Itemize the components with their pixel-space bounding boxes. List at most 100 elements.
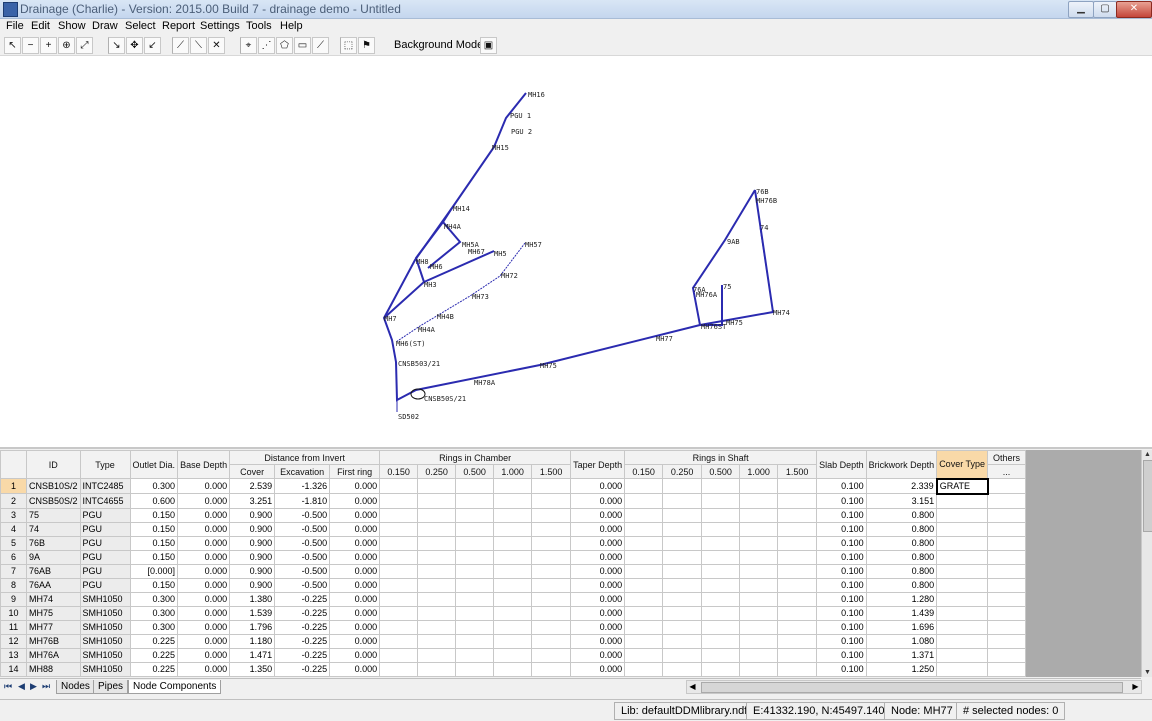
cell-empty[interactable] <box>417 647 457 663</box>
cell-empty[interactable] <box>624 577 664 593</box>
close-button[interactable]: ✕ <box>1116 1 1152 18</box>
cell-empty[interactable] <box>777 535 818 551</box>
cell-empty[interactable] <box>493 521 533 537</box>
table-row[interactable]: 12 MH76B SMH1050 0.225 0.000 1.180 -0.225 0.000… <box>0 633 1027 649</box>
cell-cover[interactable]: 0.900 <box>229 521 276 537</box>
cell-ctype[interactable] <box>936 661 989 677</box>
cell-taper[interactable]: 0.000 <box>570 633 626 649</box>
cell-empty[interactable] <box>417 563 457 579</box>
cell-type[interactable]: SMH1050 <box>79 633 131 649</box>
cell-empty[interactable] <box>417 577 457 593</box>
cell-n[interactable]: 1 <box>0 478 27 494</box>
col-header-shaft-ring[interactable]: 0.500 <box>701 464 741 479</box>
cell-n[interactable]: 5 <box>0 535 27 551</box>
cell-first[interactable]: 0.000 <box>329 647 381 663</box>
cell-type[interactable]: PGU <box>79 549 131 565</box>
cell-empty[interactable] <box>624 647 664 663</box>
cell-type[interactable]: PGU <box>79 577 131 593</box>
table-row[interactable]: 2 CNSB50S/2 INTC4655 0.600 0.000 3.251 -1.810 0… <box>0 493 1027 509</box>
cell-brick[interactable]: 0.800 <box>865 577 938 593</box>
cell-empty[interactable] <box>624 535 664 551</box>
cell-empty[interactable] <box>662 507 703 523</box>
cell-brick[interactable]: 0.800 <box>865 521 938 537</box>
menu-select[interactable]: Select <box>125 20 156 32</box>
cell-empty[interactable] <box>662 535 703 551</box>
cell-empty[interactable] <box>987 478 1027 494</box>
tab-node-components[interactable]: Node Components <box>128 680 222 694</box>
pick-icon[interactable]: ↙ <box>144 37 161 54</box>
cell-taper[interactable]: 0.000 <box>570 647 626 663</box>
menu-edit[interactable]: Edit <box>31 20 50 32</box>
cell-ctype[interactable] <box>936 563 989 579</box>
cell-empty[interactable] <box>531 605 572 621</box>
corner-header[interactable] <box>0 450 27 479</box>
cell-empty[interactable] <box>987 521 1027 537</box>
cell-taper[interactable]: 0.000 <box>570 563 626 579</box>
col-header-excavation[interactable]: Excavation <box>274 464 331 479</box>
scroll-thumb[interactable] <box>1143 460 1152 532</box>
cell-empty[interactable] <box>777 493 818 509</box>
cell-empty[interactable] <box>701 535 741 551</box>
cell-empty[interactable] <box>379 507 419 523</box>
cell-empty[interactable] <box>531 619 572 635</box>
col-header-first-ring[interactable]: First ring <box>329 464 381 479</box>
cell-ctype[interactable] <box>936 507 989 523</box>
cell-id[interactable]: MH77 <box>26 619 81 635</box>
cell-taper[interactable]: 0.000 <box>570 605 626 621</box>
cell-slab[interactable]: 0.100 <box>816 619 867 635</box>
cell-n[interactable]: 13 <box>0 647 27 663</box>
cell-empty[interactable] <box>701 605 741 621</box>
cell-brick[interactable]: 1.080 <box>865 633 938 649</box>
cell-slab[interactable]: 0.100 <box>816 605 867 621</box>
table-row[interactable]: 7 76AB PGU [0.000] 0.000 0.900 -0.500 0.000 0.00… <box>0 563 1027 579</box>
cell-empty[interactable] <box>662 647 703 663</box>
cell-empty[interactable] <box>417 535 457 551</box>
cell-empty[interactable] <box>987 605 1027 621</box>
cell-taper[interactable]: 0.000 <box>570 549 626 565</box>
cell-taper[interactable]: 0.000 <box>570 619 626 635</box>
cell-brick[interactable]: 1.250 <box>865 661 938 677</box>
grid-vertical-scrollbar[interactable]: ▲ ▼ <box>1141 450 1152 677</box>
cell-base[interactable]: 0.000 <box>177 507 231 523</box>
cell-slab[interactable]: 0.100 <box>816 521 867 537</box>
cell-empty[interactable] <box>777 507 818 523</box>
cell-empty[interactable] <box>701 647 741 663</box>
cell-taper[interactable]: 0.000 <box>570 478 626 494</box>
table-row[interactable]: 11 MH77 SMH1050 0.300 0.000 1.796 -0.225 0.000 0… <box>0 619 1027 635</box>
tab-nodes[interactable]: Nodes <box>56 680 95 694</box>
cell-empty[interactable] <box>739 478 779 494</box>
cell-empty[interactable] <box>739 605 779 621</box>
scroll-right-icon[interactable]: ▶ <box>1130 681 1141 693</box>
cell-base[interactable]: 0.000 <box>177 633 231 649</box>
cell-id[interactable]: CNSB10S/2 <box>26 478 81 494</box>
cell-empty[interactable] <box>531 507 572 523</box>
cell-taper[interactable]: 0.000 <box>570 507 626 523</box>
cell-empty[interactable] <box>455 521 495 537</box>
cell-taper[interactable]: 0.000 <box>570 591 626 607</box>
first-tab-icon[interactable]: ⏮ <box>4 681 12 692</box>
cell-empty[interactable] <box>531 577 572 593</box>
cell-outlet[interactable]: 0.225 <box>129 647 179 663</box>
cell-exc[interactable]: -0.225 <box>274 661 331 677</box>
cell-empty[interactable] <box>455 591 495 607</box>
cell-empty[interactable] <box>624 633 664 649</box>
cell-empty[interactable] <box>624 549 664 565</box>
cell-id[interactable]: 74 <box>26 521 81 537</box>
col-header-brickwork[interactable]: Brickwork Depth <box>865 450 938 479</box>
cell-empty[interactable] <box>739 493 779 509</box>
cell-empty[interactable] <box>739 535 779 551</box>
cell-brick[interactable]: 0.800 <box>865 535 938 551</box>
cell-empty[interactable] <box>701 478 741 494</box>
cell-outlet[interactable]: 0.300 <box>129 591 179 607</box>
cell-empty[interactable] <box>493 507 533 523</box>
cell-type[interactable]: INTC4655 <box>79 493 131 509</box>
table-row[interactable]: 3 75 PGU 0.150 0.000 0.900 -0.500 0.000 0.000 0.1… <box>0 507 1027 523</box>
cell-empty[interactable] <box>987 549 1027 565</box>
cell-n[interactable]: 9 <box>0 591 27 607</box>
cell-outlet[interactable]: 0.300 <box>129 605 179 621</box>
cell-empty[interactable] <box>379 633 419 649</box>
cell-empty[interactable] <box>379 661 419 677</box>
cell-empty[interactable] <box>777 549 818 565</box>
pointer-icon[interactable]: ↘ <box>108 37 125 54</box>
table-row[interactable]: 9 MH74 SMH1050 0.300 0.000 1.380 -0.225 0.000 0.… <box>0 591 1027 607</box>
